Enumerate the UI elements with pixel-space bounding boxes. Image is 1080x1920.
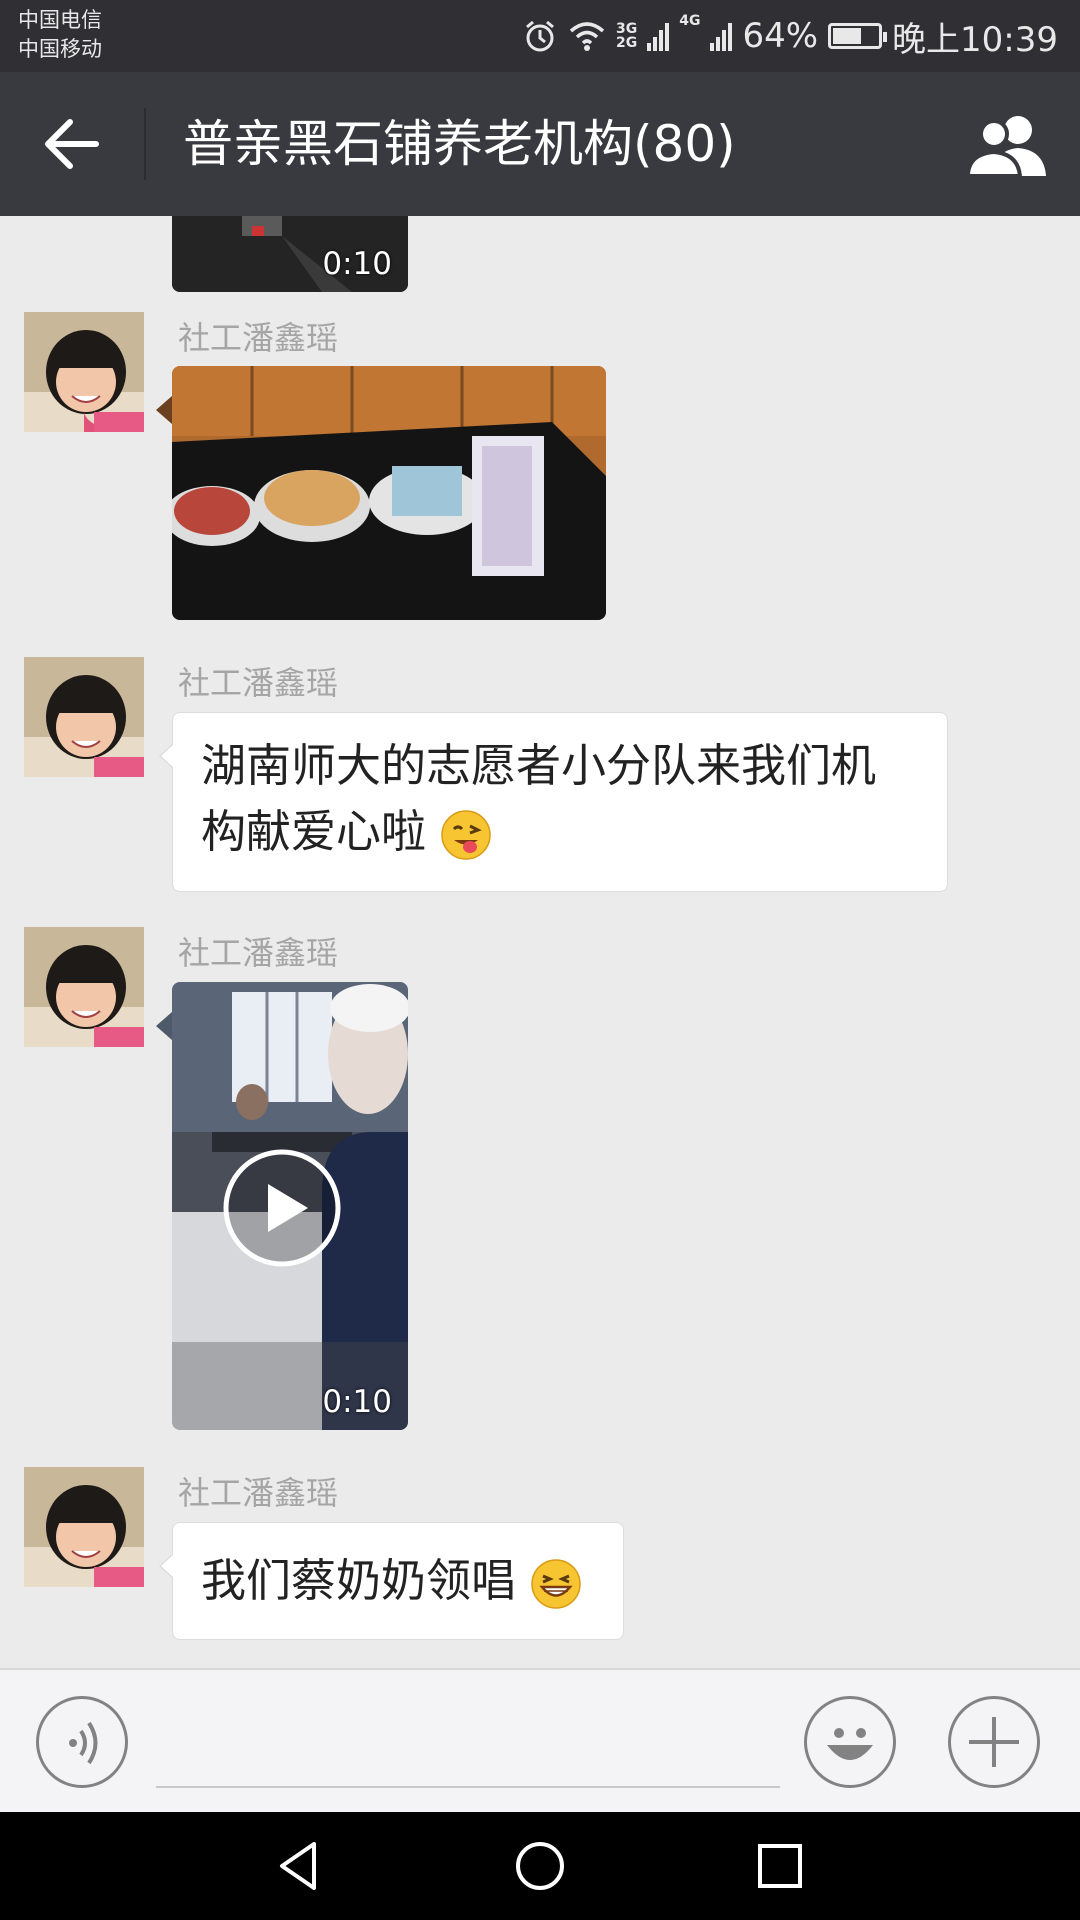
avatar[interactable] bbox=[24, 927, 144, 1047]
image-thumbnail bbox=[172, 366, 606, 620]
bubble-tail bbox=[156, 1012, 172, 1040]
nav-home-icon[interactable] bbox=[508, 1834, 572, 1898]
sender-name: 社工潘鑫瑶 bbox=[178, 934, 339, 972]
status-icons: 3G 2G 4G 64% 晚上10:39 bbox=[522, 12, 1058, 60]
message-text: 湖南师大的志愿者小分队来我们机构献爱心啦 bbox=[201, 739, 877, 858]
battery-fill bbox=[833, 28, 862, 44]
battery-icon bbox=[828, 23, 888, 49]
group-members-icon[interactable] bbox=[966, 112, 1050, 178]
system-nav-bar bbox=[0, 1812, 1080, 1920]
signal-icon-1 bbox=[647, 23, 670, 51]
winking-tongue-face-icon bbox=[441, 810, 492, 860]
input-bar bbox=[0, 1668, 1080, 1812]
bubble-tail bbox=[156, 396, 172, 424]
message-text: 我们蔡奶奶领唱 bbox=[201, 1554, 517, 1607]
voice-input-icon bbox=[69, 1721, 98, 1765]
clock: 晚上10:39 bbox=[892, 19, 1058, 60]
alarm-icon bbox=[526, 20, 554, 52]
network-type-1: 3G 2G bbox=[616, 22, 637, 50]
header-divider bbox=[144, 108, 146, 180]
message-list[interactable]: 0:10 社工潘鑫瑶 社工潘鑫瑶 湖南师大的志愿者小分队来我们机构献爱心啦 社工… bbox=[0, 216, 1080, 1668]
chat-header: 普亲黑石铺养老机构(80) bbox=[0, 72, 1080, 216]
avatar[interactable] bbox=[24, 312, 144, 432]
message-input[interactable] bbox=[156, 1694, 780, 1788]
nav-recents-icon[interactable] bbox=[748, 1834, 812, 1898]
sender-name: 社工潘鑫瑶 bbox=[178, 664, 339, 702]
emoji-icon bbox=[827, 1728, 873, 1760]
wifi-icon bbox=[569, 22, 605, 51]
voice-input-button[interactable] bbox=[36, 1696, 128, 1788]
avatar[interactable] bbox=[24, 657, 144, 777]
plus-icon bbox=[969, 1717, 1019, 1767]
network-3g-label: 3G bbox=[615, 21, 638, 37]
video-duration: 0:10 bbox=[322, 246, 392, 282]
video-message[interactable]: 0:10 bbox=[172, 982, 408, 1430]
image-message[interactable] bbox=[172, 366, 606, 620]
grinning-face-icon bbox=[531, 1559, 582, 1609]
play-icon[interactable] bbox=[222, 1148, 342, 1268]
more-button[interactable] bbox=[948, 1696, 1040, 1788]
text-message[interactable]: 湖南师大的志愿者小分队来我们机构献爱心啦 bbox=[159, 712, 948, 892]
network-2g-label: 2G bbox=[615, 35, 638, 51]
nav-back-icon[interactable] bbox=[268, 1834, 332, 1898]
carrier-info: 中国电信 中国移动 bbox=[18, 6, 102, 64]
emoji-button[interactable] bbox=[804, 1696, 896, 1788]
network-4g-label: 4G bbox=[679, 13, 701, 29]
video-duration: 0:10 bbox=[322, 1384, 392, 1420]
avatar[interactable] bbox=[24, 1467, 144, 1587]
arrow-left-icon[interactable] bbox=[40, 112, 104, 176]
sender-name: 社工潘鑫瑶 bbox=[178, 1474, 339, 1512]
carrier-2: 中国移动 bbox=[18, 37, 102, 61]
status-bar: 中国电信 中国移动 3G 2G 4G 64% 晚上10:39 bbox=[0, 0, 1080, 72]
carrier-1: 中国电信 bbox=[18, 8, 102, 32]
battery-percent: 64% bbox=[742, 16, 819, 56]
page-title: 普亲黑石铺养老机构(80) bbox=[183, 115, 736, 173]
video-message[interactable]: 0:10 bbox=[172, 216, 408, 292]
signal-icon-2 bbox=[710, 23, 733, 51]
text-message[interactable]: 我们蔡奶奶领唱 bbox=[159, 1522, 624, 1640]
sender-name: 社工潘鑫瑶 bbox=[178, 319, 339, 357]
